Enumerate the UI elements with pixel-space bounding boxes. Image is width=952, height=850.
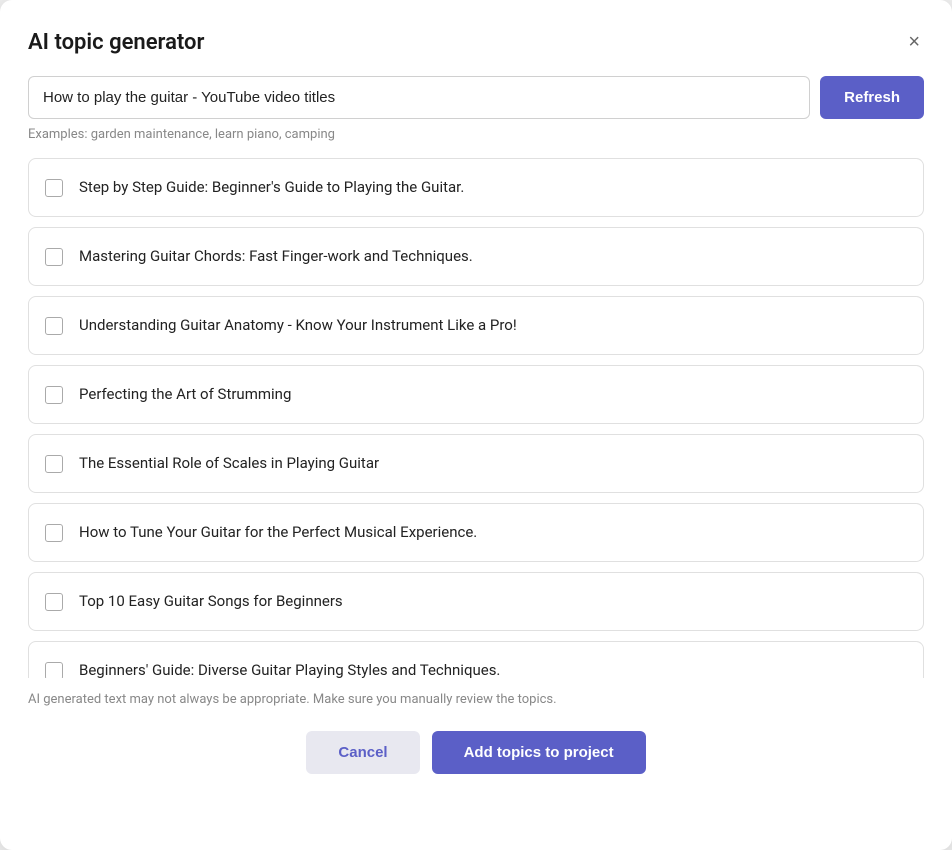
modal-title: AI topic generator — [28, 30, 204, 55]
topic-item-1[interactable]: Step by Step Guide: Beginner's Guide to … — [28, 158, 924, 217]
topic-item-2[interactable]: Mastering Guitar Chords: Fast Finger-wor… — [28, 227, 924, 286]
topic-item-5[interactable]: The Essential Role of Scales in Playing … — [28, 434, 924, 493]
topic-label-5: The Essential Role of Scales in Playing … — [79, 453, 379, 474]
topic-checkbox-4[interactable] — [45, 386, 63, 404]
topic-label-7: Top 10 Easy Guitar Songs for Beginners — [79, 591, 343, 612]
close-button[interactable]: × — [904, 28, 924, 56]
topic-item-6[interactable]: How to Tune Your Guitar for the Perfect … — [28, 503, 924, 562]
examples-text: Examples: garden maintenance, learn pian… — [28, 127, 924, 142]
topic-item-7[interactable]: Top 10 Easy Guitar Songs for Beginners — [28, 572, 924, 631]
topics-list: Step by Step Guide: Beginner's Guide to … — [28, 158, 924, 678]
search-input[interactable] — [28, 76, 810, 119]
topic-item-3[interactable]: Understanding Guitar Anatomy - Know Your… — [28, 296, 924, 355]
add-topics-button[interactable]: Add topics to project — [432, 731, 646, 774]
topic-item-8[interactable]: Beginners' Guide: Diverse Guitar Playing… — [28, 641, 924, 678]
topic-label-1: Step by Step Guide: Beginner's Guide to … — [79, 177, 464, 198]
topic-checkbox-3[interactable] — [45, 317, 63, 335]
topic-item-4[interactable]: Perfecting the Art of Strumming — [28, 365, 924, 424]
modal-header: AI topic generator × — [28, 28, 924, 56]
footer-buttons: Cancel Add topics to project — [28, 731, 924, 774]
refresh-button[interactable]: Refresh — [820, 76, 924, 119]
topic-checkbox-7[interactable] — [45, 593, 63, 611]
topic-checkbox-5[interactable] — [45, 455, 63, 473]
cancel-button[interactable]: Cancel — [306, 731, 419, 774]
topic-label-4: Perfecting the Art of Strumming — [79, 384, 291, 405]
modal-container: AI topic generator × Refresh Examples: g… — [0, 0, 952, 850]
topic-label-8: Beginners' Guide: Diverse Guitar Playing… — [79, 660, 500, 678]
topic-label-6: How to Tune Your Guitar for the Perfect … — [79, 522, 477, 543]
topic-checkbox-2[interactable] — [45, 248, 63, 266]
topic-label-2: Mastering Guitar Chords: Fast Finger-wor… — [79, 246, 473, 267]
search-row: Refresh — [28, 76, 924, 119]
topic-checkbox-1[interactable] — [45, 179, 63, 197]
topic-label-3: Understanding Guitar Anatomy - Know Your… — [79, 315, 517, 336]
topic-checkbox-6[interactable] — [45, 524, 63, 542]
topic-checkbox-8[interactable] — [45, 662, 63, 679]
ai-disclaimer: AI generated text may not always be appr… — [28, 692, 924, 707]
